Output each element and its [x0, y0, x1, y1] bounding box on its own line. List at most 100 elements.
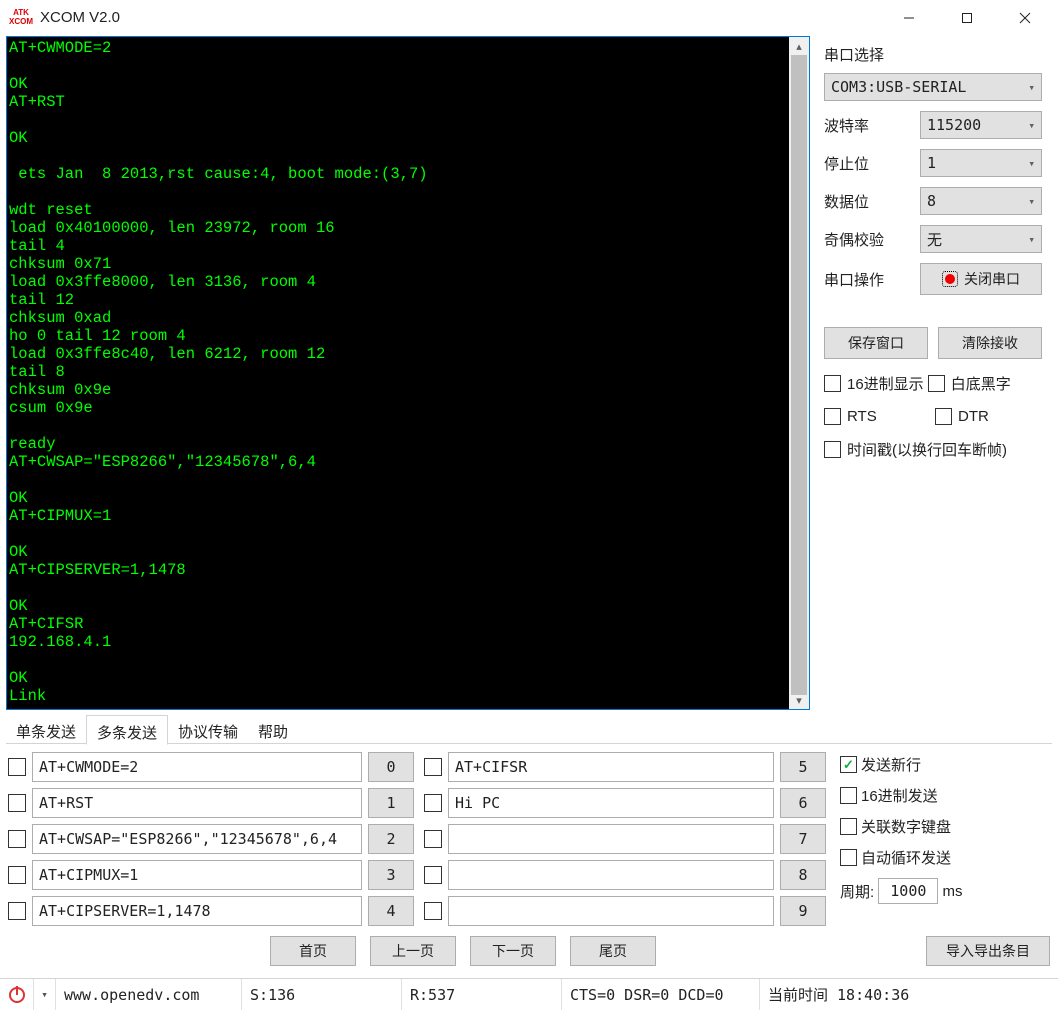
- send-checkbox-8[interactable]: [424, 866, 442, 884]
- hex-display-checkbox[interactable]: [824, 375, 841, 392]
- status-url[interactable]: www.openedv.com: [56, 979, 242, 1010]
- close-port-label: 关闭串口: [964, 269, 1020, 289]
- parity-combo[interactable]: 无: [920, 225, 1042, 253]
- send-checkbox-3[interactable]: [8, 866, 26, 884]
- send-button-7[interactable]: 7: [780, 824, 826, 854]
- send-button-9[interactable]: 9: [780, 896, 826, 926]
- send-col-right: AT+CIFSR5 Hi PC6 7 8 9: [424, 752, 826, 926]
- minimize-button[interactable]: [880, 0, 938, 36]
- app-logo: ATK XCOM: [8, 8, 34, 28]
- status-sent: S:136: [242, 979, 402, 1010]
- send-input-2[interactable]: AT+CWSAP="ESP8266","12345678",6,4: [32, 824, 362, 854]
- send-newline-label: 发送新行: [861, 754, 921, 775]
- status-cts-dsr-dcd: CTS=0 DSR=0 DCD=0: [562, 979, 760, 1010]
- send-input-6[interactable]: Hi PC: [448, 788, 774, 818]
- white-bg-label: 白底黑字: [951, 373, 1011, 394]
- save-window-button[interactable]: 保存窗口: [824, 327, 928, 359]
- status-time: 当前时间 18:40:36: [760, 979, 1058, 1010]
- send-button-8[interactable]: 8: [780, 860, 826, 890]
- tab-single-send[interactable]: 单条发送: [6, 714, 86, 744]
- databits-label: 数据位: [824, 191, 920, 212]
- period-input[interactable]: 1000: [878, 878, 938, 904]
- hex-display-label: 16进制显示: [847, 373, 924, 394]
- send-checkbox-6[interactable]: [424, 794, 442, 812]
- dtr-checkbox[interactable]: [935, 408, 952, 425]
- scroll-up-icon[interactable]: ▴: [789, 37, 809, 55]
- send-button-3[interactable]: 3: [368, 860, 414, 890]
- send-checkbox-1[interactable]: [8, 794, 26, 812]
- baud-label: 波特率: [824, 115, 920, 136]
- auto-loop-checkbox[interactable]: [840, 849, 857, 866]
- power-button[interactable]: [0, 979, 34, 1010]
- tabstrip: 单条发送 多条发送 协议传输 帮助: [6, 714, 1052, 744]
- terminal-output[interactable]: AT+CWMODE=2 OK AT+RST OK ets Jan 8 2013,…: [7, 37, 789, 709]
- terminal-scrollbar[interactable]: ▴ ▾: [789, 37, 809, 709]
- stopbits-label: 停止位: [824, 153, 920, 174]
- port-select-label: 串口选择: [824, 44, 1042, 65]
- next-page-button[interactable]: 下一页: [470, 936, 556, 966]
- last-page-button[interactable]: 尾页: [570, 936, 656, 966]
- send-input-8[interactable]: [448, 860, 774, 890]
- send-input-5[interactable]: AT+CIFSR: [448, 752, 774, 782]
- send-input-7[interactable]: [448, 824, 774, 854]
- tab-protocol[interactable]: 协议传输: [168, 714, 248, 744]
- scroll-track[interactable]: [789, 55, 809, 691]
- parity-label: 奇偶校验: [824, 229, 920, 250]
- titlebar: ATK XCOM XCOM V2.0: [0, 0, 1058, 36]
- close-button[interactable]: [996, 0, 1054, 36]
- send-checkbox-7[interactable]: [424, 830, 442, 848]
- scroll-thumb[interactable]: [791, 55, 807, 695]
- baud-combo[interactable]: 115200: [920, 111, 1042, 139]
- send-checkbox-9[interactable]: [424, 902, 442, 920]
- maximize-button[interactable]: [938, 0, 996, 36]
- send-input-0[interactable]: AT+CWMODE=2: [32, 752, 362, 782]
- period-unit: ms: [943, 883, 963, 900]
- send-input-4[interactable]: AT+CIPSERVER=1,1478: [32, 896, 362, 926]
- send-input-3[interactable]: AT+CIPMUX=1: [32, 860, 362, 890]
- status-recv: R:537: [402, 979, 562, 1010]
- send-button-0[interactable]: 0: [368, 752, 414, 782]
- window-title: XCOM V2.0: [40, 9, 120, 26]
- terminal-container: AT+CWMODE=2 OK AT+RST OK ets Jan 8 2013,…: [6, 36, 810, 710]
- side-panel: 串口选择 COM3:USB-SERIAL 波特率 115200 停止位 1 数据…: [810, 36, 1052, 710]
- dtr-label: DTR: [958, 408, 989, 425]
- send-input-1[interactable]: AT+RST: [32, 788, 362, 818]
- port-combo[interactable]: COM3:USB-SERIAL: [824, 73, 1042, 101]
- databits-combo[interactable]: 8: [920, 187, 1042, 215]
- send-button-1[interactable]: 1: [368, 788, 414, 818]
- send-col-left: AT+CWMODE=20 AT+RST1 AT+CWSAP="ESP8266",…: [8, 752, 414, 926]
- send-options: ✓发送新行 16进制发送 关联数字键盘 自动循环发送 周期: 1000 ms: [836, 752, 963, 926]
- tab-multi-send[interactable]: 多条发送: [86, 715, 168, 745]
- white-bg-checkbox[interactable]: [928, 375, 945, 392]
- auto-loop-label: 自动循环发送: [861, 847, 951, 868]
- tab-help[interactable]: 帮助: [248, 714, 298, 744]
- status-dropdown[interactable]: ▾: [34, 979, 56, 1010]
- import-export-button[interactable]: 导入导出条目: [926, 936, 1050, 966]
- hex-send-checkbox[interactable]: [840, 787, 857, 804]
- send-button-4[interactable]: 4: [368, 896, 414, 926]
- rts-checkbox[interactable]: [824, 408, 841, 425]
- send-checkbox-2[interactable]: [8, 830, 26, 848]
- numpad-checkbox[interactable]: [840, 818, 857, 835]
- status-bar: ▾ www.openedv.com S:136 R:537 CTS=0 DSR=…: [0, 978, 1058, 1010]
- prev-page-button[interactable]: 上一页: [370, 936, 456, 966]
- send-checkbox-4[interactable]: [8, 902, 26, 920]
- stopbits-combo[interactable]: 1: [920, 149, 1042, 177]
- close-port-button[interactable]: 关闭串口: [920, 263, 1042, 295]
- first-page-button[interactable]: 首页: [270, 936, 356, 966]
- rts-label: RTS: [847, 408, 933, 425]
- send-newline-checkbox[interactable]: ✓: [840, 756, 857, 773]
- send-checkbox-5[interactable]: [424, 758, 442, 776]
- send-checkbox-0[interactable]: [8, 758, 26, 776]
- period-label: 周期:: [840, 881, 874, 902]
- hex-send-label: 16进制发送: [861, 785, 938, 806]
- serial-op-label: 串口操作: [824, 269, 920, 290]
- power-icon: [9, 987, 25, 1003]
- numpad-label: 关联数字键盘: [861, 816, 951, 837]
- clear-receive-button[interactable]: 清除接收: [938, 327, 1042, 359]
- send-button-5[interactable]: 5: [780, 752, 826, 782]
- timestamp-checkbox[interactable]: [824, 441, 841, 458]
- send-button-2[interactable]: 2: [368, 824, 414, 854]
- send-button-6[interactable]: 6: [780, 788, 826, 818]
- send-input-9[interactable]: [448, 896, 774, 926]
